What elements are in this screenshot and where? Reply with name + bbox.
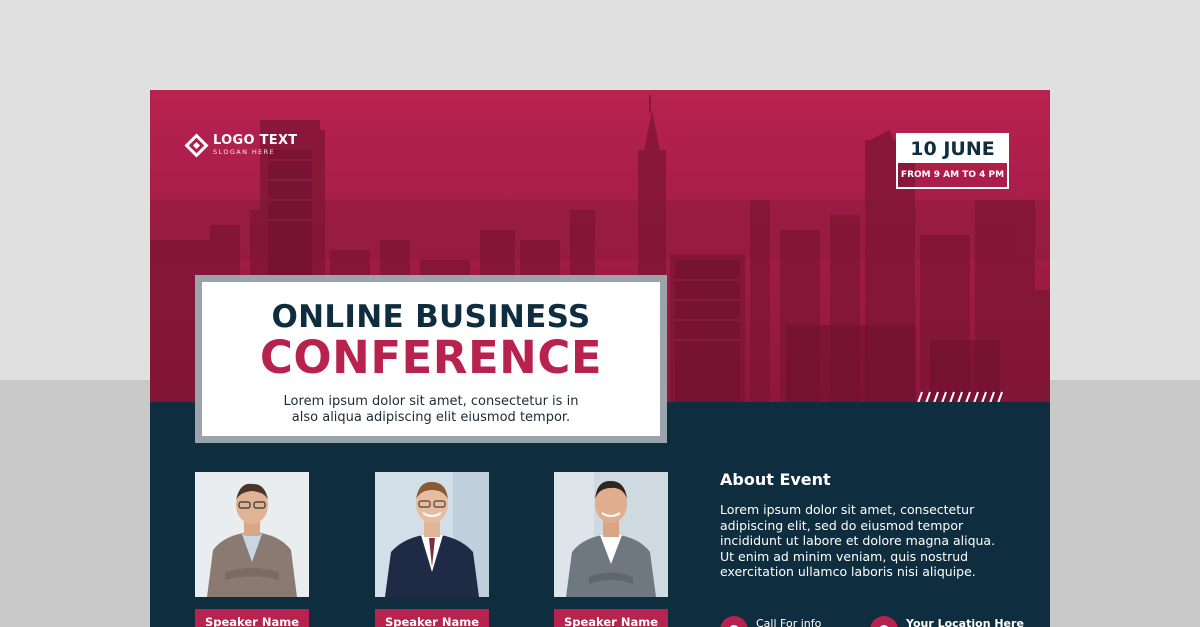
- conference-flyer: LOGO TEXT SLOGAN HERE 10 JUNE FROM 9 AM …: [150, 90, 1050, 627]
- event-description: Lorem ipsum dolor sit amet, consectetur …: [283, 394, 579, 425]
- call-info-label: Call For info: [756, 617, 822, 627]
- call-info: Call For info: [720, 616, 821, 627]
- about-event-body: Lorem ipsum dolor sit amet, consectetur …: [720, 502, 996, 579]
- speaker-photo: [195, 472, 309, 597]
- logo-slogan: SLOGAN HERE: [213, 148, 276, 156]
- event-title-line1: ONLINE BUSINESS: [271, 299, 591, 335]
- event-time: FROM 9 AM TO 4 PM: [900, 170, 1005, 180]
- about-event-section: About Event Lorem ipsum dolor sit amet, …: [720, 470, 1020, 580]
- speaker-card: Speaker Name: [375, 472, 489, 627]
- speaker-name-label: Speaker Name: [375, 609, 489, 627]
- location-label: Your Location Here: [906, 617, 1024, 627]
- speaker-name-label: Speaker Name: [195, 609, 309, 627]
- speaker-photo: [375, 472, 489, 597]
- title-card: ONLINE BUSINESS CONFERENCE Lorem ipsum d…: [202, 282, 660, 436]
- diamond-logo-icon: [184, 133, 209, 158]
- speaker-photo: [554, 472, 668, 597]
- logo: LOGO TEXT SLOGAN HERE: [184, 133, 298, 158]
- speaker-name-label: Speaker Name: [554, 609, 668, 627]
- speaker-card: Speaker Name: [195, 472, 309, 627]
- event-date-badge: 10 JUNE FROM 9 AM TO 4 PM: [896, 133, 1009, 189]
- event-date: 10 JUNE: [898, 135, 1007, 163]
- phone-icon: [720, 616, 748, 627]
- location-info: Your Location Here: [870, 616, 1024, 627]
- decorative-stripes: [917, 391, 1003, 402]
- event-title-line2: CONFERENCE: [259, 331, 603, 384]
- logo-text: LOGO TEXT: [213, 133, 298, 148]
- location-pin-icon: [870, 616, 898, 627]
- about-event-title: About Event: [720, 470, 831, 489]
- speaker-card: Speaker Name: [554, 472, 668, 627]
